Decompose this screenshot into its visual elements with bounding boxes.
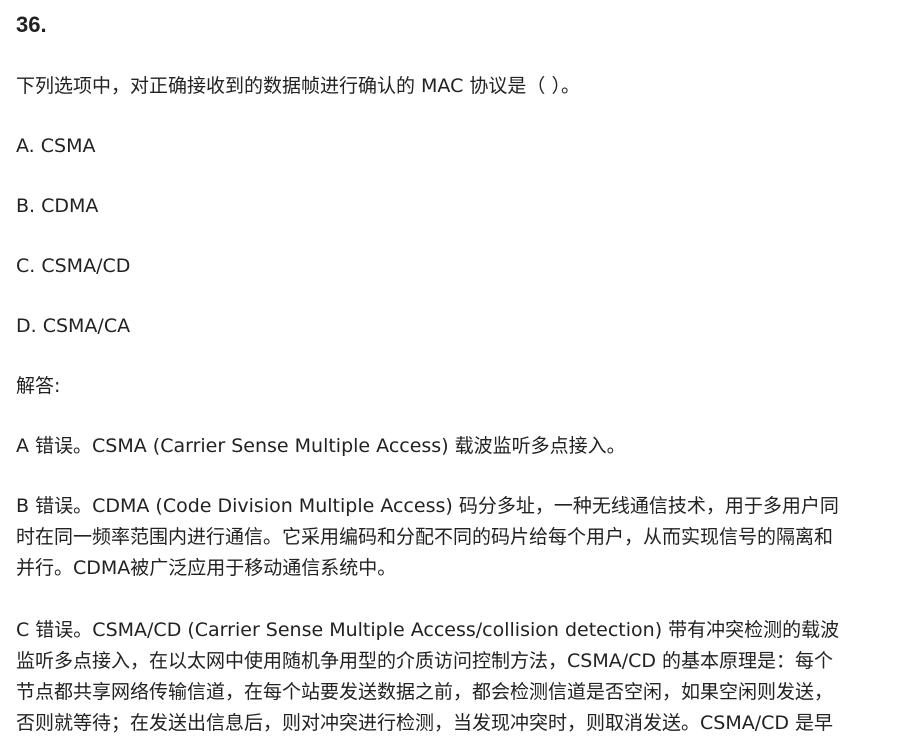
answer-c-line: 节点都共享网络传输信道，在每个站要发送数据之前，都会检测信道是否空闲，如果空闲则… — [16, 681, 834, 703]
answer-c-line: 监听多点接入，在以太网中使用随机争用型的介质访问控制方法，CSMA/CD 的基本… — [16, 650, 834, 672]
answer-b-line: B 错误。CDMA (Code Division Multiple Access… — [16, 495, 839, 517]
answer-c-line: 否则就等待；在发送出信息后，则对冲突进行检测，当发现冲突时，则取消发送。CSMA… — [16, 712, 834, 734]
question-page: 36. 下列选项中，对正确接收到的数据帧进行确认的 MAC 协议是（ ）。 A.… — [0, 0, 921, 747]
option-c: C. CSMA/CD — [16, 255, 131, 277]
question-number: 36. — [16, 12, 47, 37]
option-d: D. CSMA/CA — [16, 315, 131, 337]
answer-heading: 解答: — [16, 375, 61, 397]
answer-b-line: 时在同一频率范围内进行通信。它采用编码和分配不同的码片给每个用户，从而实现信号的… — [16, 526, 834, 548]
question-stem: 下列选项中，对正确接收到的数据帧进行确认的 MAC 协议是（ ）。 — [16, 75, 580, 97]
option-a: A. CSMA — [16, 135, 96, 157]
answer-c-explanation: C 错误。CSMA/CD (Carrier Sense Multiple Acc… — [16, 615, 896, 739]
answer-b-line: 并行。CDMA被广泛应用于移动通信系统中。 — [16, 557, 397, 579]
answer-b-explanation: B 错误。CDMA (Code Division Multiple Access… — [16, 491, 896, 584]
option-b: B. CDMA — [16, 195, 99, 217]
answer-a-explanation: A 错误。CSMA (Carrier Sense Multiple Access… — [16, 435, 626, 457]
answer-c-line: C 错误。CSMA/CD (Carrier Sense Multiple Acc… — [16, 619, 840, 641]
